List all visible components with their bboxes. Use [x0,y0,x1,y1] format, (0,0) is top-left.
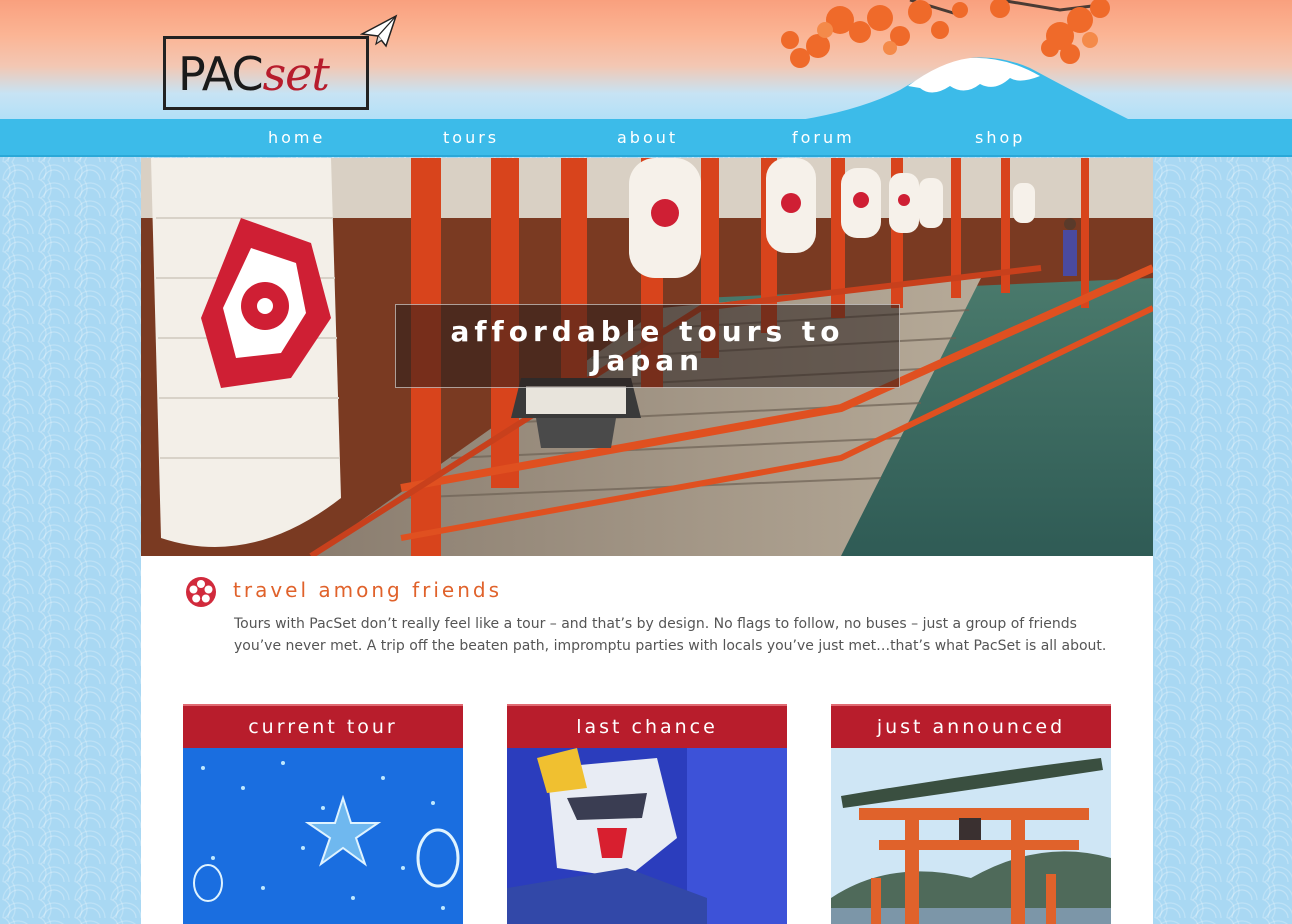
main-nav: home tours about forum shop [0,119,1292,157]
sakura-flower-icon [186,577,216,607]
hero-caption-text: affordable tours to Japan [450,315,845,377]
nav-item-tours[interactable]: tours [443,128,499,147]
nav-item-forum[interactable]: forum [792,128,855,147]
card-image-illuminations [183,748,463,924]
section-body-text: Tours with PacSet don’t really feel like… [234,616,1107,654]
hero-banner: affordable tours to Japan [141,158,1153,556]
card-last-chance[interactable]: last chance [507,704,787,924]
card-title[interactable]: current tour [183,704,463,748]
logo-text-pac: PAC [178,47,264,101]
section-title: travel among friends [233,578,502,602]
card-title[interactable]: just announced [831,704,1111,748]
card-current-tour[interactable]: current tour [183,704,463,924]
card-image-gundam [507,748,787,924]
nav-item-shop[interactable]: shop [975,128,1025,147]
card-title[interactable]: last chance [507,704,787,748]
site-logo[interactable]: PACset [163,36,369,110]
site-header: PACset [0,0,1292,120]
card-just-announced[interactable]: just announced [831,704,1111,924]
card-image-torii-gate [831,748,1111,924]
mount-fuji-illustration [800,57,1130,120]
nav-item-about[interactable]: about [617,128,678,147]
logo-text-set: set [262,47,330,101]
hero-caption: affordable tours to Japan [395,304,900,388]
main-content: affordable tours to Japan travel among f… [141,158,1153,924]
nav-item-home[interactable]: home [268,128,325,147]
paper-plane-icon [360,14,398,48]
